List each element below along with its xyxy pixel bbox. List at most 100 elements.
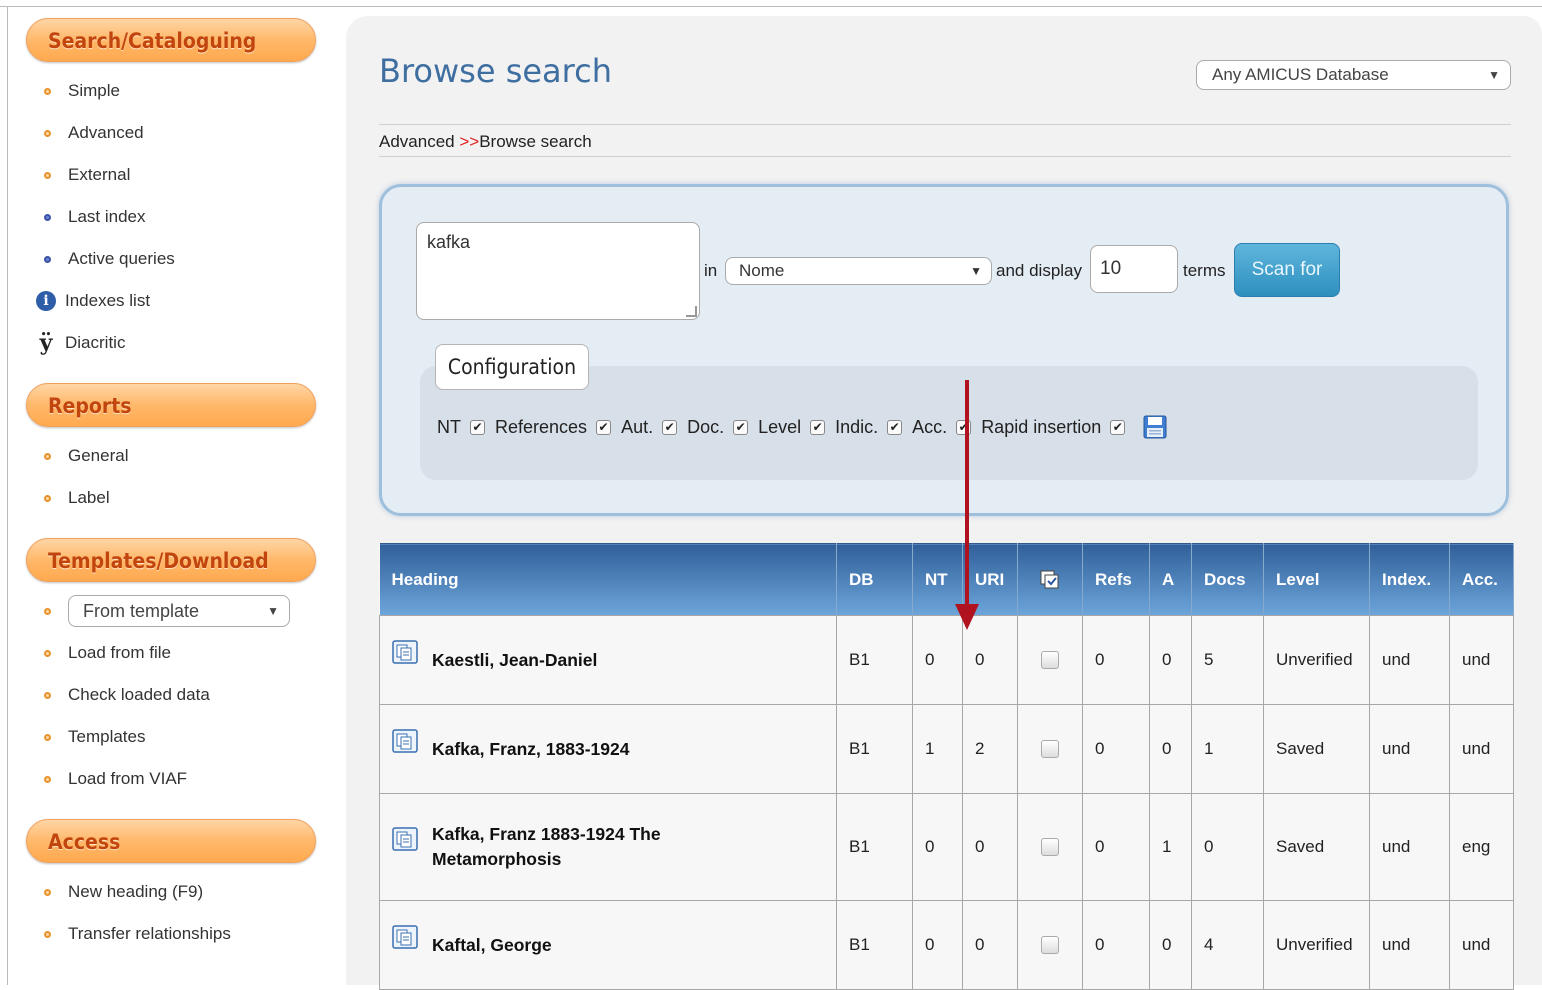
sidebar-item-templates[interactable]: Templates	[26, 716, 316, 758]
heading-link[interactable]: Kafka, Franz, 1883-1924	[432, 737, 629, 762]
bullet-icon	[44, 171, 51, 179]
option-checkbox[interactable]: ✔	[1110, 419, 1126, 435]
heading-link[interactable]: Kaftal, George	[432, 933, 552, 958]
col-refs[interactable]: Refs	[1082, 543, 1150, 616]
col-index[interactable]: Index.	[1369, 543, 1450, 616]
bullet-icon	[44, 691, 51, 699]
database-select[interactable]: Any AMICUS Database ▼	[1196, 60, 1511, 90]
option-doc: Doc. ✔	[687, 417, 749, 438]
sidebar-item-label: Indexes list	[65, 291, 151, 310]
row-checkbox[interactable]	[1041, 740, 1059, 758]
sidebar-item-load-from-file[interactable]: Load from file	[26, 632, 316, 674]
table-row[interactable]: Kaestli, Jean-Daniel B1 0 0 0 0 5 Unveri…	[379, 615, 1514, 705]
option-checkbox[interactable]: ✔	[596, 419, 612, 435]
index-select[interactable]: Nome ▼	[725, 257, 992, 285]
table-row[interactable]: Kafka, Franz, 1883-1924 B1 1 2 0 0 1 Sav…	[379, 704, 1514, 794]
option-checkbox[interactable]: ✔	[662, 419, 678, 435]
sidebar-item-label: Transfer relationships	[68, 924, 231, 943]
sidebar-item-new-heading[interactable]: New heading (F9)	[26, 871, 316, 913]
section-header-access[interactable]: Access	[26, 819, 316, 863]
bullet-icon	[44, 607, 51, 615]
resize-grip-icon[interactable]	[686, 306, 697, 317]
col-acc[interactable]: Acc.	[1449, 543, 1514, 616]
option-nt: NT ✔	[437, 417, 485, 438]
sidebar-item-label: Active queries	[68, 249, 175, 268]
col-docs[interactable]: Docs	[1191, 543, 1264, 616]
section-header-reports[interactable]: Reports	[26, 383, 316, 427]
option-checkbox[interactable]: ✔	[470, 419, 485, 435]
section-header-search-cataloguing[interactable]: Search/Cataloguing	[26, 18, 316, 62]
bullet-icon	[44, 87, 51, 95]
heading-link[interactable]: Kafka, Franz 1883-1924 The Metamorphosis	[432, 822, 672, 872]
breadcrumb-separator: >>	[459, 132, 480, 151]
acc-cell: und	[1449, 704, 1514, 794]
sidebar-item-check-loaded-data[interactable]: Check loaded data	[26, 674, 316, 716]
configuration-tab[interactable]: Configuration	[435, 344, 589, 390]
index-cell: und	[1369, 793, 1450, 901]
document-icon[interactable]	[392, 827, 420, 853]
nt-cell: 0	[912, 900, 963, 990]
terms-label: terms	[1183, 261, 1226, 280]
select-all-icon[interactable]	[1039, 569, 1061, 591]
scan-for-button[interactable]: Scan for	[1234, 243, 1340, 297]
index-cell: und	[1369, 704, 1450, 794]
sidebar-item-simple[interactable]: Simple	[26, 70, 316, 112]
bullet-icon	[44, 733, 51, 741]
query-textarea[interactable]: kafka	[416, 222, 700, 320]
terms-count-input[interactable]: 10	[1090, 245, 1178, 293]
heading-link[interactable]: Kaestli, Jean-Daniel	[432, 648, 597, 673]
sidebar-item-advanced[interactable]: Advanced	[26, 112, 316, 154]
sidebar-item-label: Check loaded data	[68, 685, 210, 704]
option-label: Level	[758, 416, 802, 437]
row-checkbox[interactable]	[1041, 936, 1059, 954]
db-cell: B1	[836, 900, 913, 990]
col-level[interactable]: Level	[1263, 543, 1370, 616]
results-table: Heading DB NT URI Refs A Docs Level Inde…	[379, 543, 1514, 990]
section-header-templates-download[interactable]: Templates/Download	[26, 538, 316, 582]
document-icon[interactable]	[392, 925, 420, 951]
browse-search-form: kafka in Nome ▼ and display 10 terms Sca…	[379, 184, 1509, 516]
option-label: Aut.	[621, 416, 654, 437]
option-acc: Acc. ✔	[912, 416, 972, 438]
a-cell: 0	[1149, 704, 1192, 794]
diacritic-icon: ÿ	[39, 330, 53, 356]
row-checkbox[interactable]	[1041, 838, 1059, 856]
sidebar-item-last-index[interactable]: Last index	[26, 196, 316, 238]
row-checkbox[interactable]	[1041, 651, 1059, 669]
save-icon[interactable]	[1143, 415, 1167, 439]
sidebar-item-template-select: From template ▼	[26, 590, 316, 632]
option-checkbox[interactable]: ✔	[887, 419, 903, 435]
col-heading[interactable]: Heading	[379, 543, 837, 616]
document-icon[interactable]	[392, 640, 420, 666]
sidebar-item-transfer-relationships[interactable]: Transfer relationships	[26, 913, 316, 955]
col-select-all[interactable]	[1017, 543, 1083, 616]
col-a[interactable]: A	[1149, 543, 1192, 616]
uri-cell: 0	[962, 793, 1018, 901]
col-db[interactable]: DB	[836, 543, 913, 616]
table-row[interactable]: Kaftal, George B1 0 0 0 0 4 Unverified u…	[379, 900, 1514, 990]
table-row[interactable]: Kafka, Franz 1883-1924 The Metamorphosis…	[379, 793, 1514, 901]
sidebar-item-label-report[interactable]: Label	[26, 477, 316, 519]
sidebar-item-general[interactable]: General	[26, 435, 316, 477]
option-label: Acc.	[912, 416, 948, 437]
option-checkbox[interactable]: ✔	[810, 419, 826, 435]
sidebar-item-indexes-list[interactable]: i Indexes list	[26, 280, 316, 322]
option-checkbox[interactable]: ✔	[733, 419, 749, 435]
select-cell	[1017, 615, 1083, 705]
option-label: Indic.	[835, 416, 879, 437]
sidebar-item-active-queries[interactable]: Active queries	[26, 238, 316, 280]
refs-cell: 0	[1082, 900, 1150, 990]
dropdown-arrow-icon: ▼	[267, 604, 279, 618]
sidebar: Search/Cataloguing Simple Advanced Exter…	[26, 18, 316, 955]
acc-cell: eng	[1449, 793, 1514, 901]
level-cell: Saved	[1263, 704, 1370, 794]
sidebar-item-external[interactable]: External	[26, 154, 316, 196]
sidebar-item-load-from-viaf[interactable]: Load from VIAF	[26, 758, 316, 800]
divider	[379, 124, 1511, 125]
template-select[interactable]: From template ▼	[68, 595, 290, 627]
breadcrumb-parent[interactable]: Advanced	[379, 132, 455, 151]
sidebar-item-diacritic[interactable]: ÿ Diacritic	[26, 322, 316, 364]
divider	[379, 156, 1511, 157]
document-icon[interactable]	[392, 729, 420, 755]
section-search-cataloguing: Search/Cataloguing Simple Advanced Exter…	[26, 18, 316, 364]
